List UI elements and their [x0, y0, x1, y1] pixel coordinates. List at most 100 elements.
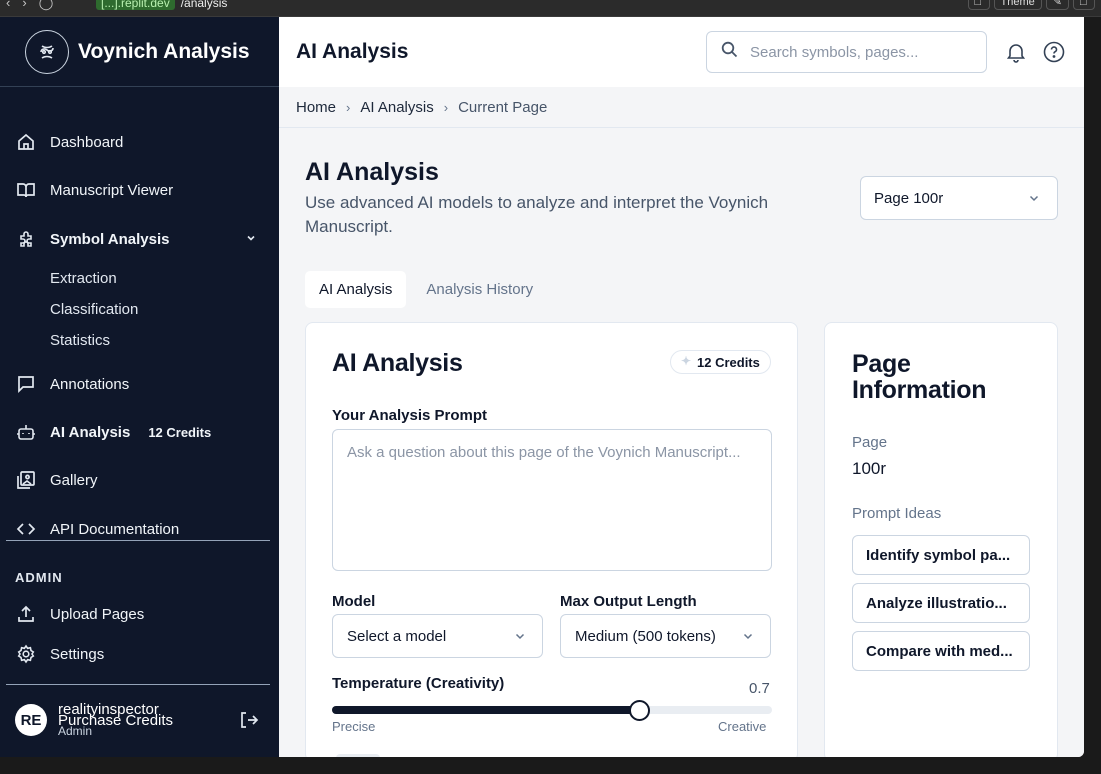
temperature-slider[interactable] — [332, 700, 772, 721]
sidebar: Voynich Analysis Dashboard Manuscript Vi… — [0, 17, 279, 757]
sidebar-subitem-statistics[interactable]: Statistics — [50, 332, 110, 349]
search-input[interactable] — [750, 43, 970, 61]
model-select[interactable]: Select a model — [332, 614, 543, 658]
model-label: Model — [332, 593, 376, 610]
sidebar-item-symbol-analysis[interactable]: Symbol Analysis — [0, 221, 279, 257]
user-role: Admin — [58, 724, 93, 738]
sidebar-item-api-documentation[interactable]: API Documentation — [0, 511, 279, 547]
search-icon — [721, 41, 738, 63]
theme-button[interactable]: Theme — [993, 0, 1042, 10]
back-icon[interactable]: ‹ — [6, 0, 10, 11]
brand[interactable]: Voynich Analysis — [0, 17, 279, 87]
page-select[interactable]: Page 100r — [860, 176, 1058, 220]
bot-icon — [16, 422, 36, 442]
sidebar-item-label: Settings — [50, 645, 105, 663]
max-length-label: Max Output Length — [560, 593, 697, 610]
url-path: /analysis — [180, 0, 228, 10]
card-title: AI Analysis — [332, 349, 463, 377]
logout-icon[interactable] — [238, 709, 260, 736]
book-icon — [16, 180, 36, 200]
chevron-down-icon — [741, 629, 755, 647]
bell-icon[interactable] — [1005, 41, 1027, 68]
credits-badge: 12 Credits — [148, 424, 212, 440]
prompt-ideas-label: Prompt Ideas — [852, 505, 942, 522]
page-value: 100r — [852, 459, 887, 478]
temperature-label: Temperature (Creativity) — [332, 675, 505, 692]
sidebar-divider — [6, 684, 270, 685]
forward-icon[interactable]: › — [22, 0, 26, 11]
app-window: Voynich Analysis Dashboard Manuscript Vi… — [0, 17, 1084, 757]
browser-toolbar: ‹ › ◯ [...].replit.dev /analysis □ Theme… — [0, 0, 1101, 17]
breadcrumb-ai-analysis[interactable]: AI Analysis — [360, 99, 433, 116]
chevron-down-icon[interactable] — [245, 231, 257, 248]
code-icon — [16, 519, 36, 539]
breadcrumb-home[interactable]: Home — [296, 99, 336, 116]
sidebar-item-annotations[interactable]: Annotations — [0, 366, 279, 402]
puzzle-icon — [16, 229, 36, 249]
sidebar-item-manuscript-viewer[interactable]: Manuscript Viewer — [0, 172, 279, 208]
prompt-idea-button[interactable]: Analyze illustratio... — [852, 583, 1030, 623]
sidebar-item-label: Dashboard — [50, 133, 124, 151]
sidebar-item-upload-pages[interactable]: Upload Pages — [0, 596, 279, 632]
edit-icon[interactable]: ✎ — [1045, 0, 1069, 10]
message-icon — [16, 374, 36, 394]
sidebar-item-label: Annotations — [50, 375, 130, 393]
sidebar-item-label: Upload Pages — [50, 605, 145, 623]
sidebar-item-label: Symbol Analysis — [50, 230, 170, 248]
brand-name: Voynich Analysis — [78, 39, 250, 63]
prompt-idea-button[interactable]: Compare with med... — [852, 631, 1030, 671]
prompt-textarea[interactable] — [332, 429, 772, 571]
chevron-right-icon: › — [443, 99, 449, 115]
sidebar-item-label: AI Analysis — [50, 423, 131, 441]
credits-badge: ✦ 12 Credits — [670, 350, 771, 374]
sidebar-subitem-classification[interactable]: Classification — [50, 301, 138, 318]
devices-icon[interactable]: □ — [967, 0, 990, 10]
browser-actions: □ Theme ✎ □ — [967, 0, 1095, 10]
model-select-value: Select a model — [347, 627, 447, 645]
url-host: [...].replit.dev — [96, 0, 175, 10]
tab-analysis-history[interactable]: Analysis History — [412, 271, 547, 308]
analysis-card: AI Analysis ✦ 12 Credits Your Analysis P… — [305, 322, 798, 757]
max-length-select[interactable]: Medium (500 tokens) — [560, 614, 771, 658]
logo-icon — [25, 29, 69, 74]
search-box[interactable] — [706, 31, 987, 73]
sidebar-item-dashboard[interactable]: Dashboard — [0, 124, 279, 160]
page-label: Page — [852, 434, 888, 451]
sidebar-divider — [6, 540, 270, 541]
breadcrumb: Home › AI Analysis › Current Page — [279, 87, 1084, 128]
sparkle-icon: ✦ — [681, 354, 692, 368]
upload-icon — [16, 604, 36, 624]
sidebar-item-ai-analysis[interactable]: AI Analysis 12 Credits — [0, 414, 279, 450]
window-icon[interactable]: □ — [1073, 0, 1095, 10]
section-heading: AI Analysis — [305, 158, 439, 186]
avatar[interactable]: RE — [15, 704, 47, 736]
tab-ai-analysis[interactable]: AI Analysis — [305, 271, 407, 308]
address-bar[interactable]: [...].replit.dev /analysis — [96, 0, 227, 12]
sidebar-item-settings[interactable]: Settings — [0, 636, 279, 672]
chevron-right-icon: › — [346, 99, 351, 115]
chevron-down-icon — [1027, 191, 1041, 209]
slider-min-label: Precise — [332, 719, 376, 734]
reload-icon[interactable]: ◯ — [39, 0, 54, 11]
page-title: AI Analysis — [296, 40, 409, 63]
temperature-value: 0.7 — [749, 680, 770, 697]
sidebar-item-gallery[interactable]: Gallery — [0, 462, 279, 498]
sidebar-item-label: Manuscript Viewer — [50, 181, 174, 199]
gear-icon — [16, 644, 36, 664]
toggle-stub[interactable] — [336, 754, 380, 757]
image-icon — [16, 470, 36, 490]
slider-thumb[interactable] — [629, 700, 650, 721]
topbar: AI Analysis — [279, 17, 1084, 87]
main-content: AI Analysis Home › AI Analysis › Current… — [279, 17, 1084, 757]
sidebar-item-label: API Documentation — [50, 520, 180, 538]
sidebar-subitem-extraction[interactable]: Extraction — [50, 270, 117, 287]
help-icon[interactable] — [1043, 41, 1065, 68]
max-length-value: Medium (500 tokens) — [575, 627, 716, 645]
breadcrumb-current: Current Page — [458, 98, 548, 116]
page-info-card: Page Information Page 100r Prompt Ideas … — [824, 322, 1058, 757]
tab-list: AI Analysis Analysis History — [305, 271, 547, 308]
slider-fill — [332, 706, 640, 714]
sidebar-item-label: Gallery — [50, 471, 98, 489]
browser-nav: ‹ › ◯ — [6, 0, 53, 11]
prompt-idea-button[interactable]: Identify symbol pa... — [852, 535, 1030, 575]
